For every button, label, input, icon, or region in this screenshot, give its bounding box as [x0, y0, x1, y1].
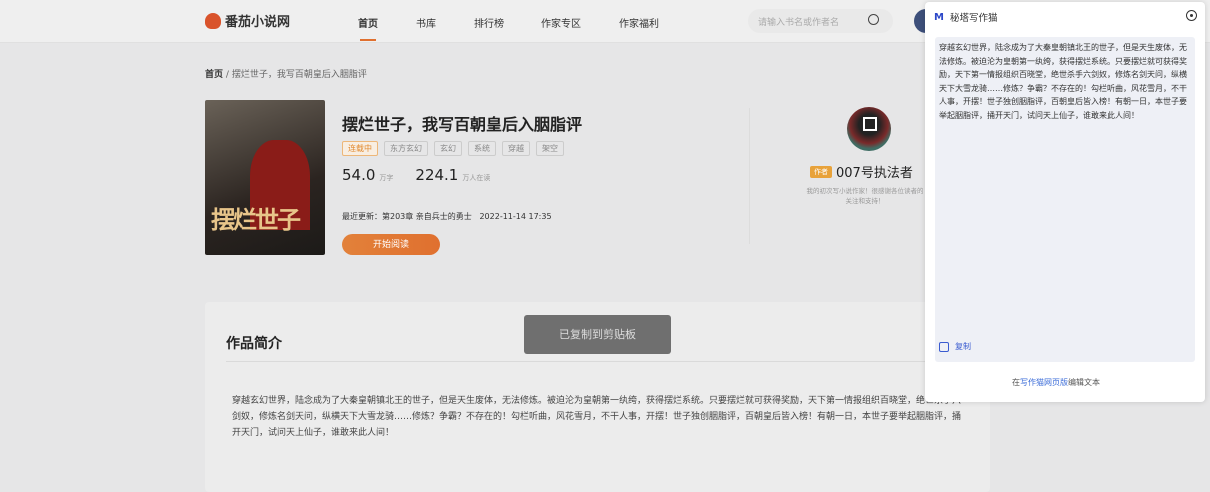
tag[interactable]: 东方玄幻 — [384, 141, 428, 156]
breadcrumb-separator: / — [225, 70, 229, 80]
tag[interactable]: 架空 — [536, 141, 564, 156]
close-icon[interactable] — [1186, 10, 1197, 21]
panel-header: M 秘塔写作猫 — [934, 10, 998, 25]
author-name[interactable]: 007号执法者 — [836, 162, 913, 181]
nav-home[interactable]: 首页 — [358, 15, 378, 30]
book-cover: 摆烂世子 — [205, 100, 325, 255]
breadcrumb-current: 摆烂世子，我写百朝皇后入胭脂评 — [231, 70, 367, 80]
copied-toast: 已复制到剪贴板 — [524, 315, 671, 354]
metaso-logo-icon: M — [934, 11, 944, 23]
reader-count: 224.1 — [415, 166, 459, 184]
active-nav-indicator — [360, 39, 376, 41]
cover-title: 摆烂世子 — [211, 205, 301, 234]
intro-text: 穿越玄幻世界，陆念成为了大秦皇朝镇北王的世子，但是天生废体，无法修炼。被迫沦为皇… — [232, 396, 962, 438]
nav-ranking[interactable]: 排行榜 — [474, 15, 504, 30]
book-stats: 54.0 万字 224.1 万人在读 — [342, 166, 508, 184]
site-logo[interactable]: 番茄小说网 — [205, 11, 290, 30]
author-badge: 作者 — [810, 165, 832, 178]
breadcrumb-home[interactable]: 首页 — [205, 70, 223, 80]
nav-writer-benefits[interactable]: 作家福利 — [619, 15, 659, 30]
footer-post: 编辑文本 — [1068, 378, 1100, 387]
copy-label: 复制 — [955, 342, 971, 351]
author-bio: 我的初次写小说作家！很感谢各位读者的关注和支持！ — [806, 187, 924, 205]
author-avatar[interactable] — [847, 107, 891, 151]
intro-title: 作品简介 — [226, 336, 282, 352]
panel-footer: 在写作猫网页版编辑文本 — [1012, 377, 1100, 388]
book-tags: 连载中 东方玄幻 玄幻 系统 穿越 架空 — [342, 141, 564, 156]
copy-icon — [939, 341, 949, 352]
book-title: 摆烂世子，我写百朝皇后入胭脂评 — [342, 115, 583, 134]
status-badge: 连载中 — [342, 141, 378, 156]
footer-pre: 在 — [1012, 378, 1020, 387]
latest-update: 最近更新：第203章 亲自兵士的勇士 2022-11-14 17:35 — [342, 211, 552, 222]
word-count: 54.0 — [342, 166, 376, 184]
web-editor-link[interactable]: 写作猫网页版 — [1020, 378, 1068, 387]
reader-unit: 万人在读 — [462, 174, 491, 182]
tag[interactable]: 玄幻 — [434, 141, 462, 156]
tag[interactable]: 穿越 — [502, 141, 530, 156]
update-label: 最近更新： — [342, 212, 382, 221]
search-icon[interactable] — [868, 14, 879, 25]
breadcrumb: 首页 / 摆烂世子，我写百朝皇后入胭脂评 — [205, 67, 367, 80]
logo-text: 番茄小说网 — [225, 15, 291, 30]
tomato-logo-icon — [205, 12, 221, 29]
panel-title: 秘塔写作猫 — [949, 13, 998, 24]
divider — [749, 108, 750, 244]
nav-writer-zone[interactable]: 作家专区 — [541, 15, 581, 30]
update-chapter-link[interactable]: 第203章 亲自兵士的勇士 — [382, 212, 472, 221]
tag[interactable]: 系统 — [468, 141, 496, 156]
panel-text: 穿越玄幻世界，陆念成为了大秦皇朝镇北王的世子，但是天生废体，无法修炼。被迫沦为皇… — [939, 43, 1187, 120]
divider — [226, 361, 926, 362]
update-time: 2022-11-14 17:35 — [479, 212, 552, 221]
copy-button[interactable]: 复制 — [939, 341, 971, 352]
author-name-row: 作者 007号执法者 — [810, 162, 913, 181]
word-unit: 万字 — [379, 174, 394, 182]
start-reading-button[interactable]: 开始阅读 — [342, 234, 440, 255]
nav-library[interactable]: 书库 — [416, 15, 436, 30]
